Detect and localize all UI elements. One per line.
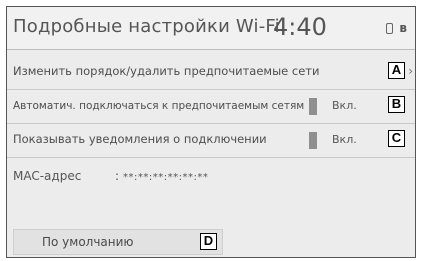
callout-c: C bbox=[388, 130, 405, 147]
auto-connect-label: Автоматич. подключаться к предпочитаемым… bbox=[13, 100, 305, 112]
mac-address-value: **:**:**:**:**:** bbox=[123, 172, 209, 183]
auto-connect-item[interactable]: Автоматич. подключаться к предпочитаемым… bbox=[7, 90, 415, 124]
default-button-label: По умолчанию bbox=[42, 235, 134, 249]
settings-screen: Подробные настройки Wi-Fi 4:40 ʙ Изменит… bbox=[6, 6, 416, 258]
mac-address-separator: : bbox=[115, 169, 120, 183]
chevron-right-icon: › bbox=[408, 64, 413, 78]
callout-b: B bbox=[388, 96, 405, 113]
clock: 4:40 bbox=[273, 13, 327, 41]
page-title: Подробные настройки Wi-Fi bbox=[13, 16, 280, 37]
callout-d: D bbox=[200, 233, 217, 250]
reorder-delete-networks-label: Изменить порядок/удалить предпочитаемые … bbox=[13, 64, 320, 78]
connection-notifications-item[interactable]: Показывать уведомления о подключении Вкл… bbox=[7, 124, 415, 158]
callout-a: A bbox=[388, 62, 405, 79]
mac-address-row: MAC-адрес: **:**:**:**:**:** bbox=[13, 169, 208, 183]
reorder-delete-networks-item[interactable]: Изменить порядок/удалить предпочитаемые … bbox=[7, 56, 415, 90]
status-icons: ʙ bbox=[386, 22, 407, 34]
auto-connect-state: Вкл. bbox=[332, 99, 357, 112]
header-bar: Подробные настройки Wi-Fi 4:40 ʙ bbox=[7, 7, 415, 50]
auto-connect-toggle-indicator[interactable] bbox=[309, 98, 317, 115]
default-button[interactable]: По умолчанию bbox=[13, 229, 223, 255]
notifications-state: Вкл. bbox=[332, 133, 357, 146]
bluetooth-icon: ʙ bbox=[399, 21, 407, 35]
mac-address-label: MAC-адрес bbox=[13, 169, 82, 183]
notifications-toggle-indicator[interactable] bbox=[309, 132, 317, 149]
connection-notifications-label: Показывать уведомления о подключении bbox=[13, 132, 267, 146]
phone-icon bbox=[386, 22, 394, 34]
